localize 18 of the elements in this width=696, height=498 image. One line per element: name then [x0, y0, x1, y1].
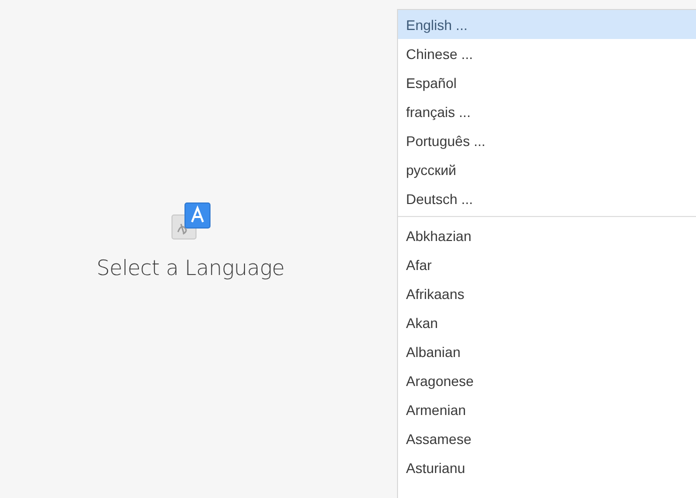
language-item[interactable]: français ...: [398, 97, 696, 126]
language-item[interactable]: Afrikaans: [398, 279, 696, 308]
language-item[interactable]: Assamese: [398, 424, 696, 453]
language-item[interactable]: Armenian: [398, 395, 696, 424]
language-item[interactable]: Português ...: [398, 126, 696, 155]
language-item[interactable]: English ...: [398, 10, 696, 39]
language-icon: [170, 202, 210, 242]
language-item[interactable]: Abkhazian: [398, 221, 696, 250]
language-item[interactable]: Asturianu: [398, 453, 696, 482]
language-item[interactable]: Deutsch ...: [398, 184, 696, 213]
language-item[interactable]: Aragonese: [398, 366, 696, 395]
page-heading: Select a Language: [96, 256, 285, 280]
language-item[interactable]: Akan: [398, 308, 696, 337]
language-item[interactable]: Chinese ...: [398, 39, 696, 68]
language-item[interactable]: Albanian: [398, 337, 696, 366]
language-item[interactable]: Español: [398, 68, 696, 97]
language-item[interactable]: Afar: [398, 250, 696, 279]
language-item[interactable]: русский: [398, 155, 696, 184]
